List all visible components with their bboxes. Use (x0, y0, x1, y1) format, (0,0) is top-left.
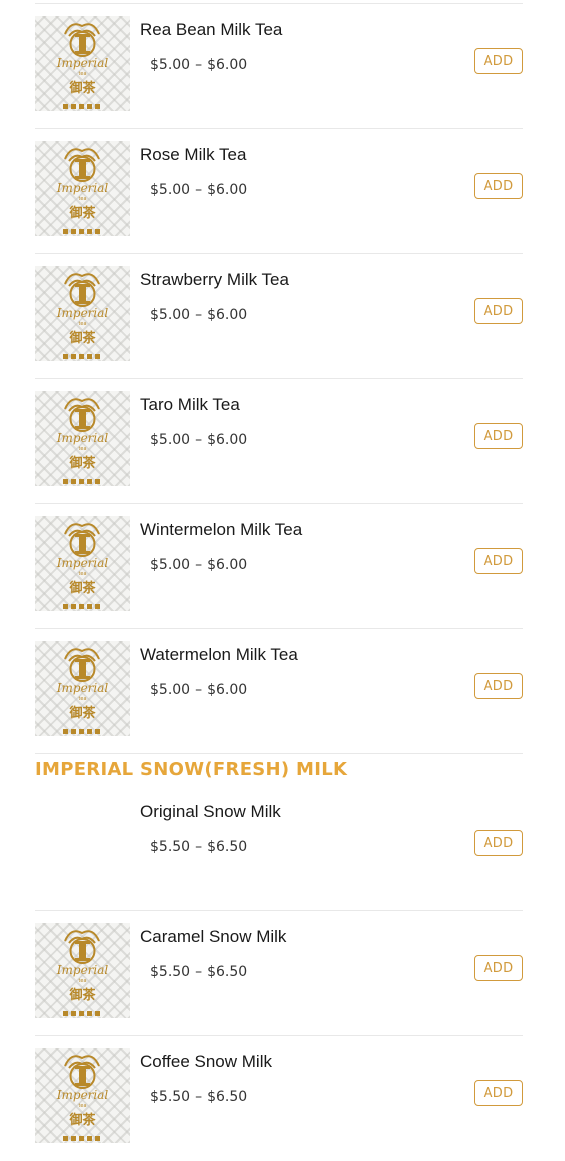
imperial-tea-logo: Imperialtea 御茶 (56, 1055, 109, 1141)
product-name[interactable]: Caramel Snow Milk (140, 927, 286, 947)
svg-text:御茶: 御茶 (68, 80, 96, 96)
svg-text:Imperial: Imperial (56, 1088, 109, 1102)
svg-text:Imperial: Imperial (56, 431, 109, 445)
add-button[interactable]: ADD (474, 548, 523, 574)
product-price: $5.00– $6.00 (150, 182, 248, 198)
svg-text:Imperial: Imperial (56, 181, 109, 195)
add-button[interactable]: ADD (474, 830, 523, 856)
svg-text:御茶: 御茶 (68, 205, 96, 221)
product-price: $5.00– $6.00 (150, 432, 248, 448)
product-item: Imperial tea 御茶 Strawberry Milk Tea $5.00–… (35, 254, 523, 379)
svg-text:tea: tea (78, 446, 86, 452)
product-name[interactable]: Wintermelon Milk Tea (140, 520, 302, 540)
svg-text:御茶: 御茶 (68, 1112, 96, 1128)
product-thumbnail[interactable] (35, 798, 130, 893)
product-price: $5.00– $6.00 (150, 557, 248, 573)
product-item: Imperial tea 御茶 Wintermelon Milk Tea $5.00… (35, 504, 523, 629)
product-name[interactable]: Taro Milk Tea (140, 395, 240, 415)
product-thumbnail[interactable]: Imperial tea 御茶 (35, 266, 130, 361)
svg-text:御茶: 御茶 (68, 987, 96, 1003)
svg-text:tea: tea (78, 71, 86, 77)
product-name[interactable]: Rose Milk Tea (140, 145, 246, 165)
product-price: $5.00– $6.00 (150, 57, 248, 73)
imperial-tea-logo: Imperialtea 御茶 (56, 398, 109, 484)
svg-text:Imperial: Imperial (56, 963, 109, 977)
add-button[interactable]: ADD (474, 1080, 523, 1106)
product-thumbnail[interactable]: Imperial tea 御茶 (35, 391, 130, 486)
add-button[interactable]: ADD (474, 423, 523, 449)
svg-text:tea: tea (78, 1103, 86, 1109)
imperial-tea-logo: Imperialtea 御茶 (56, 23, 109, 109)
svg-text:Imperial: Imperial (56, 306, 109, 320)
product-thumbnail[interactable]: Imperial tea 御茶 (35, 16, 130, 111)
imperial-tea-logo: Imperialtea 御茶 (56, 273, 109, 359)
product-thumbnail[interactable]: Imperial tea 御茶 (35, 1048, 130, 1143)
product-item: Original Snow Milk $5.50– $6.50 ADD (35, 786, 523, 911)
product-name[interactable]: Strawberry Milk Tea (140, 270, 289, 290)
product-name[interactable]: Coffee Snow Milk (140, 1052, 272, 1072)
product-thumbnail[interactable]: Imperial tea 御茶 (35, 141, 130, 236)
imperial-tea-logo: Imperialtea 御茶 (56, 648, 109, 734)
imperial-tea-logo: Imperialtea 御茶 (56, 930, 109, 1016)
svg-text:tea: tea (78, 696, 86, 702)
add-button[interactable]: ADD (474, 673, 523, 699)
divider (35, 753, 523, 754)
product-item: Imperial tea 御茶 Taro Milk Tea $5.00– $6.00 … (35, 379, 523, 504)
product-price: $5.50– $6.50 (150, 964, 248, 980)
product-price: $5.00– $6.00 (150, 682, 248, 698)
svg-text:御茶: 御茶 (68, 330, 96, 346)
product-thumbnail[interactable]: Imperial tea 御茶 (35, 641, 130, 736)
product-thumbnail[interactable]: Imperial tea 御茶 (35, 923, 130, 1018)
section-title: IMPERIAL SNOW(FRESH) MILK (35, 759, 348, 780)
product-name[interactable]: Original Snow Milk (140, 802, 281, 822)
imperial-tea-logo: Imperialtea 御茶 (56, 148, 109, 234)
svg-text:Imperial: Imperial (56, 56, 109, 70)
add-button[interactable]: ADD (474, 955, 523, 981)
svg-text:Imperial: Imperial (56, 556, 109, 570)
svg-text:tea: tea (78, 196, 86, 202)
svg-text:御茶: 御茶 (68, 580, 96, 596)
add-button[interactable]: ADD (474, 298, 523, 324)
product-price: $5.00– $6.00 (150, 307, 248, 323)
product-name[interactable]: Rea Bean Milk Tea (140, 20, 282, 40)
product-item: Imperial tea 御茶 Coffee Snow Milk $5.50– $6.… (35, 1036, 523, 1161)
svg-text:御茶: 御茶 (68, 455, 96, 471)
product-thumbnail[interactable]: Imperial tea 御茶 (35, 516, 130, 611)
svg-text:Imperial: Imperial (56, 681, 109, 695)
svg-text:tea: tea (78, 571, 86, 577)
product-item: Imperial tea 御茶 Caramel Snow Milk $5.50– $6… (35, 911, 523, 1036)
product-name[interactable]: Watermelon Milk Tea (140, 645, 298, 665)
add-button[interactable]: ADD (474, 173, 523, 199)
svg-text:tea: tea (78, 321, 86, 327)
svg-text:御茶: 御茶 (68, 705, 96, 721)
add-button[interactable]: ADD (474, 48, 523, 74)
imperial-tea-logo: Imperialtea 御茶 (56, 523, 109, 609)
product-item: Imperial tea 御茶 Watermelon Milk Tea $5.00–… (35, 629, 523, 754)
product-item: Imperial tea 御茶 Rose Milk Tea $5.00– $6.00 … (35, 129, 523, 254)
svg-text:tea: tea (78, 978, 86, 984)
product-price: $5.50– $6.50 (150, 839, 248, 855)
product-item: Imperial tea 御茶 Rea Bean Milk Tea $5.00– $6… (35, 4, 523, 129)
